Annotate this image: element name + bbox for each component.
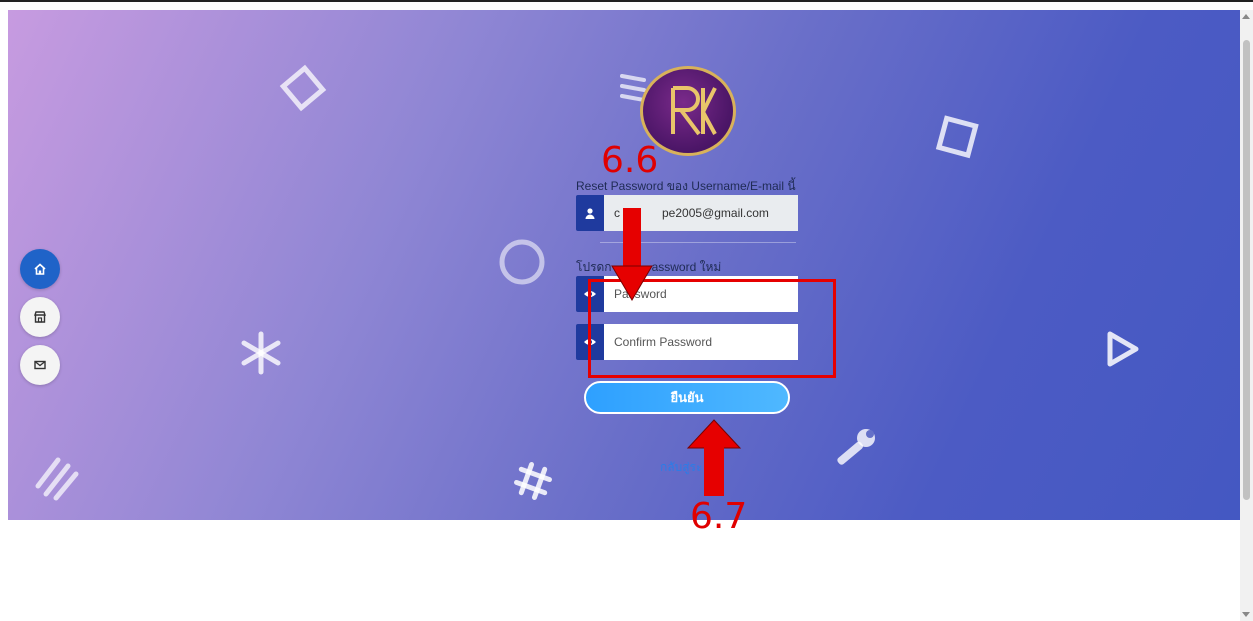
store-icon [34, 311, 46, 323]
confirm-button[interactable]: ยืนยัน [584, 381, 790, 414]
hash-decoration [514, 462, 552, 500]
browser-top-edge [0, 0, 1253, 10]
square-outline-decoration [935, 115, 979, 159]
rk-monogram-logo [671, 86, 717, 136]
circle-outline-decoration [499, 239, 545, 285]
annotation-arrow-down [611, 208, 653, 301]
sidebar-mail-button[interactable] [20, 345, 60, 385]
new-password-caption-tail: assword ใหม่ [651, 260, 722, 274]
scrollbar-thumb[interactable] [1243, 40, 1250, 500]
mail-icon [34, 360, 46, 370]
triangle-outline-decoration [1107, 331, 1139, 367]
new-password-caption-head: โปรดก [576, 260, 612, 274]
sidebar-home-button[interactable] [20, 249, 60, 289]
slash-lines-decoration [35, 457, 79, 501]
diamond-outline-decoration [279, 64, 327, 112]
sidebar-store-button[interactable] [20, 297, 60, 337]
scroll-down-arrow-icon[interactable] [1242, 612, 1250, 617]
wrench-decoration [837, 429, 875, 465]
annotation-label-6-6: 6.6 [601, 140, 659, 181]
annotation-arrow-up [686, 419, 742, 496]
page-scrollbar[interactable] [1240, 10, 1253, 621]
asterisk-decoration [241, 331, 281, 375]
user-icon [576, 195, 604, 231]
home-icon [34, 263, 46, 275]
scroll-up-arrow-icon[interactable] [1242, 14, 1250, 19]
annotation-label-6-7: 6.7 [690, 496, 748, 537]
email-text: pe2005@gmail.com [662, 206, 769, 220]
